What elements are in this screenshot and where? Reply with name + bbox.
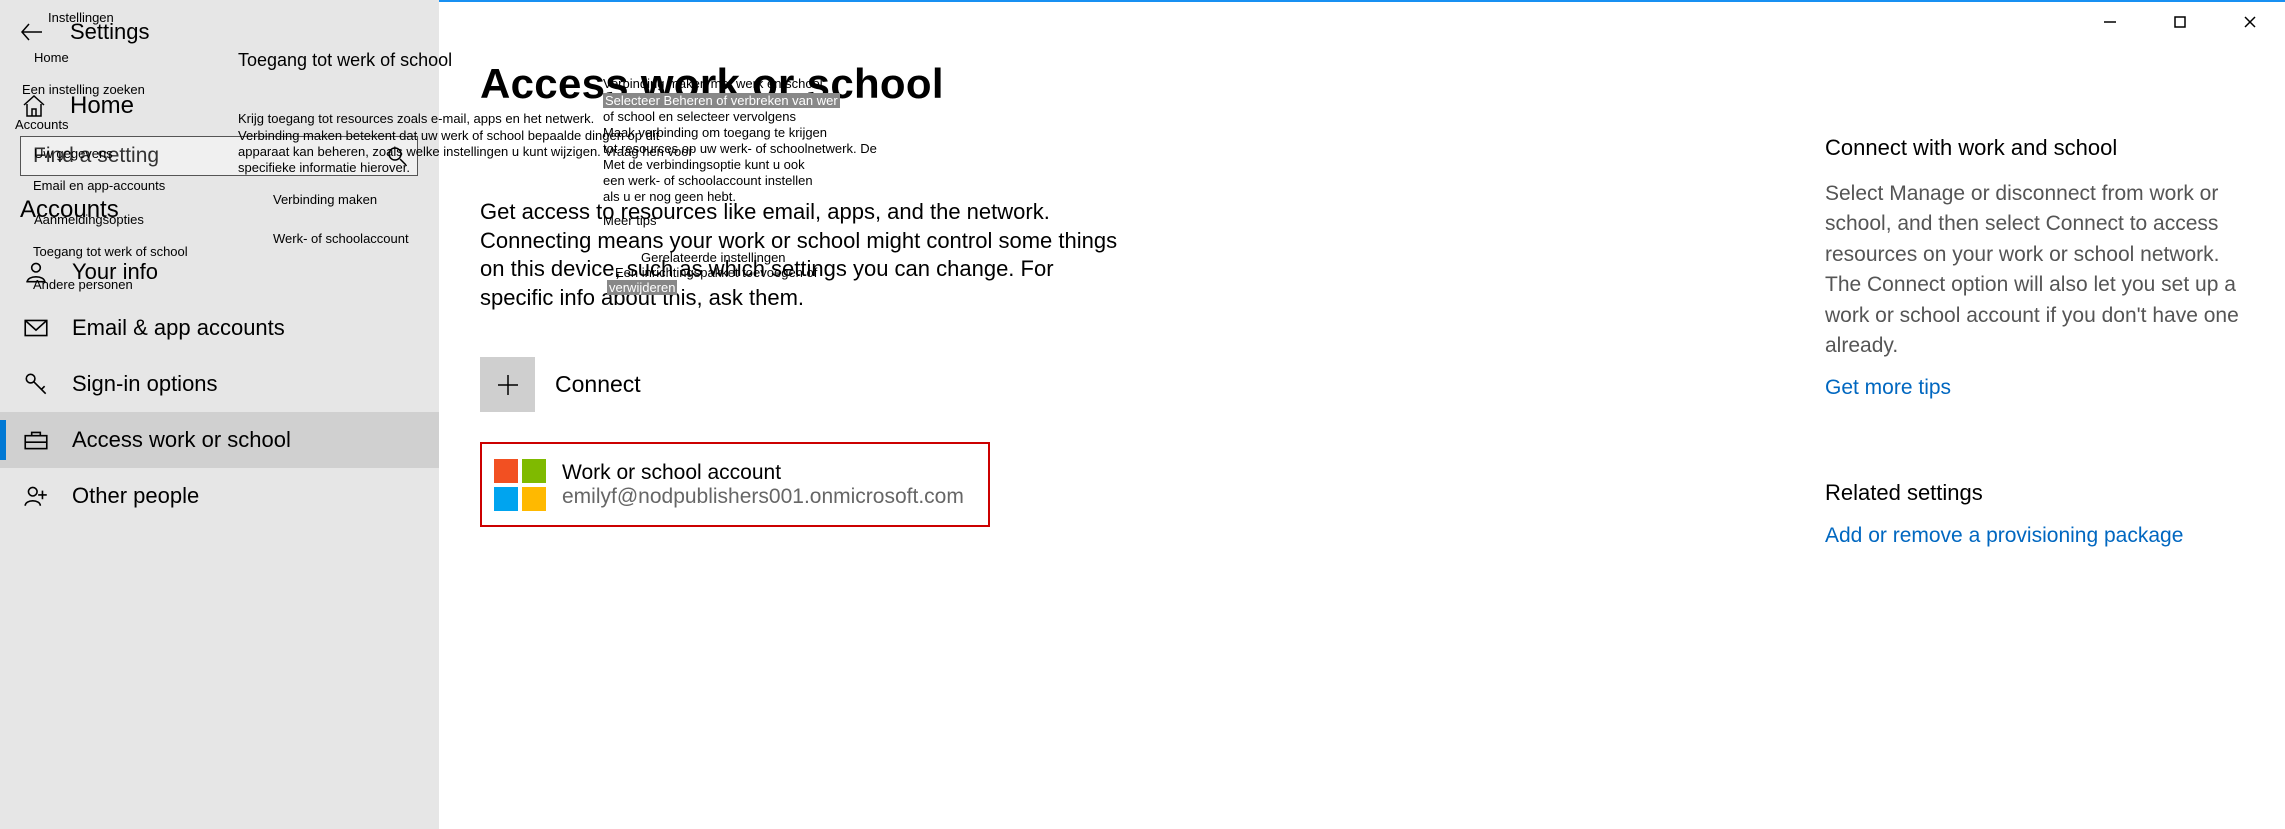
sidebar-item-other-people[interactable]: Other people bbox=[0, 468, 439, 524]
briefcase-icon bbox=[22, 426, 50, 454]
maximize-button[interactable] bbox=[2145, 2, 2215, 42]
connect-label: Connect bbox=[555, 371, 641, 398]
home-label: Home bbox=[70, 92, 134, 120]
plus-icon bbox=[480, 357, 535, 412]
account-title: Work or school account bbox=[562, 461, 964, 485]
search-icon bbox=[387, 146, 407, 166]
right-body-connect: Select Manage or disconnect from work or… bbox=[1825, 179, 2245, 362]
page-description: Get access to resources like email, apps… bbox=[480, 198, 1120, 312]
key-icon bbox=[22, 370, 50, 398]
arrow-left-icon bbox=[19, 19, 45, 45]
get-more-tips-link[interactable]: Get more tips bbox=[1825, 376, 2245, 400]
mail-icon bbox=[22, 314, 50, 342]
sidebar-item-access-work-school[interactable]: Access work or school bbox=[0, 412, 439, 468]
nav-list: Your info Email & app accounts Sign-in o… bbox=[0, 244, 439, 524]
home-nav[interactable]: Home bbox=[0, 82, 439, 120]
right-panel: Connect with work and school Select Mana… bbox=[1825, 135, 2245, 548]
account-texts: Work or school account emilyf@nodpublish… bbox=[562, 461, 964, 509]
window-controls bbox=[2075, 2, 2285, 42]
right-heading-connect: Connect with work and school bbox=[1825, 135, 2245, 161]
sidebar-item-signin[interactable]: Sign-in options bbox=[0, 356, 439, 412]
add-person-icon bbox=[22, 482, 50, 510]
minimize-button[interactable] bbox=[2075, 2, 2145, 42]
main-content: Access work or school Get access to reso… bbox=[480, 60, 1560, 527]
sidebar-item-email[interactable]: Email & app accounts bbox=[0, 300, 439, 356]
category-accounts: Accounts bbox=[0, 176, 439, 224]
work-school-account-card[interactable]: Work or school account emilyf@nodpublish… bbox=[480, 442, 990, 527]
search-input[interactable] bbox=[21, 137, 417, 175]
app-title: Settings bbox=[70, 19, 150, 45]
sidebar-item-label: Email & app accounts bbox=[72, 315, 285, 341]
sidebar-item-label: Other people bbox=[72, 483, 199, 509]
window-top-accent bbox=[439, 0, 2285, 2]
close-button[interactable] bbox=[2215, 2, 2285, 42]
person-icon bbox=[22, 258, 50, 286]
sidebar: Settings Home Accounts Your info Email &… bbox=[0, 0, 439, 829]
sidebar-item-your-info[interactable]: Your info bbox=[0, 244, 439, 300]
page-title: Access work or school bbox=[480, 60, 1560, 108]
microsoft-logo-icon bbox=[494, 459, 546, 511]
add-remove-provisioning-link[interactable]: Add or remove a provisioning package bbox=[1825, 524, 2245, 548]
search-box[interactable] bbox=[20, 136, 418, 176]
right-heading-related: Related settings bbox=[1825, 480, 2245, 506]
sidebar-item-label: Your info bbox=[72, 259, 158, 285]
home-icon bbox=[20, 92, 48, 120]
account-email: emilyf@nodpublishers001.onmicrosoft.com bbox=[562, 485, 964, 509]
connect-button[interactable]: Connect bbox=[480, 357, 1560, 412]
sidebar-item-label: Access work or school bbox=[72, 427, 291, 453]
back-button[interactable] bbox=[12, 12, 52, 52]
sidebar-item-label: Sign-in options bbox=[72, 371, 218, 397]
